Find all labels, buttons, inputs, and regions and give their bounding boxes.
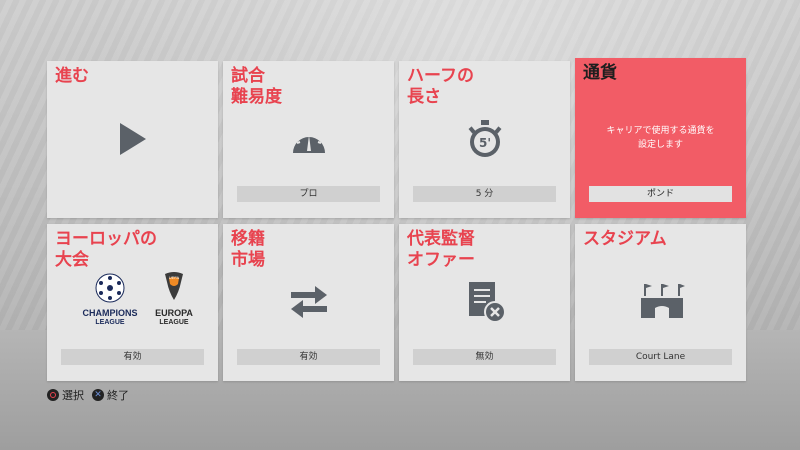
uel-sub: LEAGUE	[159, 319, 189, 326]
tile-title: ハーフの 長さ	[407, 66, 474, 107]
difficulty-value: プロ	[237, 186, 380, 202]
europa-league-logo: UEFA EUROPA LEAGUE	[151, 270, 197, 327]
hint-select-label: 選択	[62, 389, 84, 402]
european-cups-value: 有効	[61, 349, 204, 365]
play-icon	[120, 123, 146, 155]
transfer-market-value: 有効	[237, 349, 380, 365]
tile-currency[interactable]: 通貨 キャリアで使用する通貨を 設定します ポンド	[575, 58, 746, 218]
tile-title: 試合 難易度	[231, 66, 282, 107]
stadium-icon	[641, 284, 685, 318]
tile-title: 移籍 市場	[231, 229, 265, 270]
cross-button-icon: ✕	[92, 389, 104, 401]
half-length-value: 5 分	[413, 186, 556, 202]
hint-select[interactable]: 選択	[47, 387, 84, 403]
currency-value: ポンド	[589, 186, 732, 202]
tile-difficulty[interactable]: 試合 難易度 プロ	[223, 61, 394, 218]
transfer-arrows-icon	[291, 286, 327, 318]
stopwatch-icon: 5'	[468, 120, 502, 157]
button-hints: 選択 ✕ 終了	[47, 386, 129, 404]
international-offers-value: 無効	[413, 349, 556, 365]
tile-half-length[interactable]: ハーフの 長さ 5' 5 分	[399, 61, 570, 218]
stopwatch-label: 5'	[479, 136, 491, 150]
document-cancel-icon	[469, 282, 506, 323]
tile-title: ヨーロッパの 大会	[55, 229, 157, 270]
tile-title: スタジアム	[583, 229, 667, 249]
tile-proceed[interactable]: 進む	[47, 61, 218, 218]
tile-title: 代表監督 オファー	[407, 229, 475, 270]
tile-title: 通貨	[583, 63, 617, 83]
speedometer-icon	[293, 130, 325, 153]
ucl-sub: LEAGUE	[95, 319, 125, 326]
tile-transfer-market[interactable]: 移籍 市場 有効	[223, 224, 394, 381]
hint-exit-label: 終了	[107, 389, 129, 402]
currency-description: キャリアで使用する通貨を 設定します	[606, 126, 715, 150]
tile-stadium[interactable]: スタジアム Court Lane	[575, 224, 746, 381]
tile-european-cups[interactable]: ヨーロッパの 大会 CHAMPIONS LEAGUE UEFA EUROPA L…	[47, 224, 218, 381]
hint-exit[interactable]: ✕ 終了	[92, 387, 129, 403]
circle-button-icon	[47, 389, 59, 401]
ucl-name: CHAMPIONS	[82, 308, 138, 318]
uel-top-text: UEFA	[169, 275, 180, 280]
champions-league-logo: CHAMPIONS LEAGUE	[77, 272, 143, 327]
stadium-value: Court Lane	[589, 349, 732, 365]
uel-name: EUROPA	[155, 308, 193, 318]
tile-title: 進む	[55, 66, 89, 86]
tile-international-offers[interactable]: 代表監督 オファー 無効	[399, 224, 570, 381]
